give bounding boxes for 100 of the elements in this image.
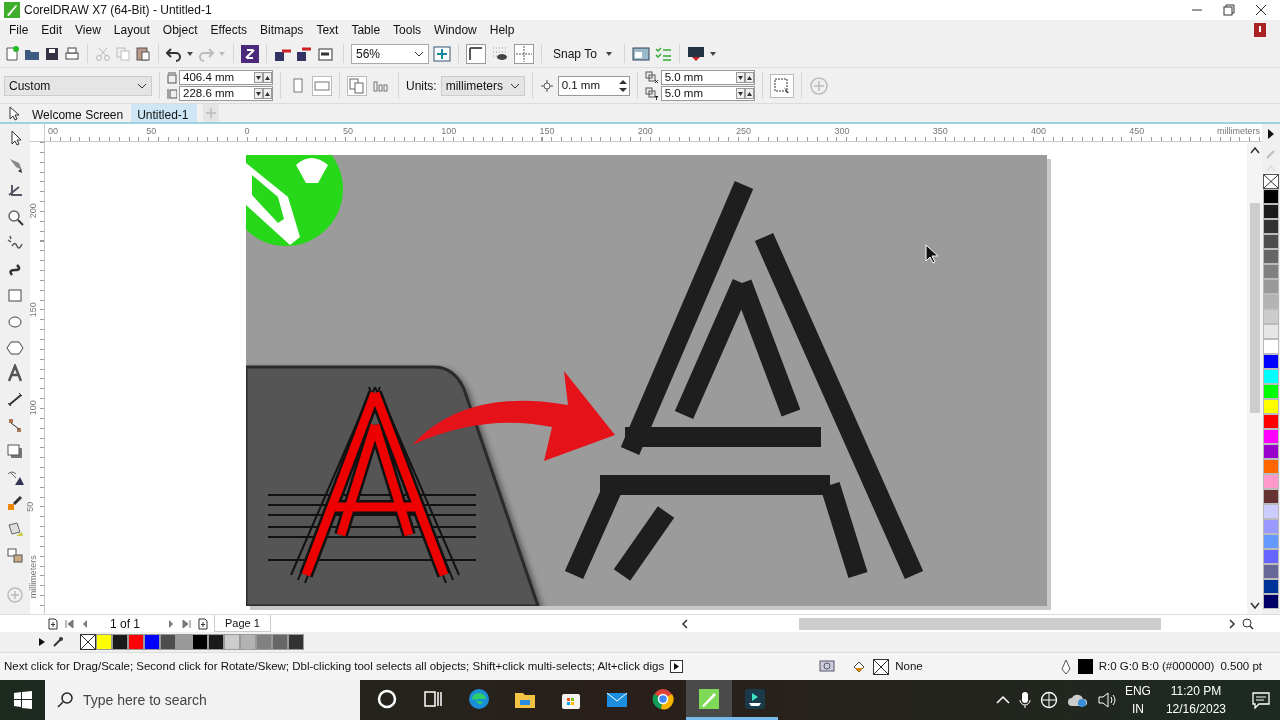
height-field[interactable]: 228.6 mm [179, 86, 273, 101]
clock-time[interactable]: 11:20 PM [1165, 682, 1226, 700]
menu-item[interactable]: Layout [108, 22, 158, 38]
fill-tool-icon[interactable] [6, 520, 24, 538]
color-swatch[interactable] [1263, 264, 1279, 279]
first-page-icon[interactable] [64, 618, 74, 629]
scroll-up-icon[interactable] [1249, 146, 1260, 154]
zoom-level-dropdown[interactable]: 56% [351, 43, 429, 64]
select-frame-icon[interactable] [769, 73, 794, 98]
color-swatch[interactable] [96, 634, 112, 650]
color-swatch[interactable] [1263, 384, 1279, 399]
text-tool-icon[interactable] [6, 364, 24, 382]
taskbar-app[interactable] [686, 680, 732, 720]
color-swatch[interactable] [1263, 444, 1279, 459]
speaker-icon[interactable] [1097, 692, 1116, 708]
units-dropdown[interactable]: millimeters [440, 75, 525, 96]
color-swatch[interactable] [272, 634, 288, 650]
spin-buttons-icon[interactable] [735, 88, 754, 99]
drop-shadow-tool-icon[interactable] [6, 442, 24, 460]
language-indicator[interactable]: ENG IN [1124, 682, 1151, 718]
color-swatch[interactable] [1263, 354, 1279, 369]
menu-item[interactable]: Effects [205, 22, 255, 38]
color-swatch[interactable] [160, 634, 176, 650]
zoom-to-page-icon[interactable] [433, 45, 451, 62]
caret-icon[interactable] [708, 49, 717, 58]
restore-icon[interactable] [1222, 3, 1236, 17]
spin-buttons-icon[interactable] [735, 72, 754, 83]
page-tab[interactable]: Page 1 [214, 614, 271, 633]
pdf-icon[interactable] [318, 45, 336, 62]
globe-icon[interactable] [1039, 691, 1058, 709]
clock-date[interactable]: 12/16/2023 [1165, 700, 1226, 718]
scroll-down-icon[interactable] [1249, 602, 1260, 610]
options-window-icon[interactable] [631, 45, 650, 62]
eyedropper-tool-icon[interactable] [6, 494, 24, 512]
color-swatch[interactable] [1263, 594, 1279, 609]
color-swatch[interactable] [176, 634, 192, 650]
chevron-down-icon[interactable] [137, 81, 147, 90]
color-swatch[interactable] [192, 634, 208, 650]
menu-item[interactable]: View [70, 22, 109, 38]
menu-item[interactable]: Window [429, 22, 485, 38]
spin-buttons-icon[interactable] [254, 72, 272, 83]
search-field[interactable]: Type here to search [45, 680, 360, 720]
caret-icon[interactable] [604, 49, 613, 58]
color-swatch[interactable] [1263, 399, 1279, 414]
color-swatch[interactable] [128, 634, 144, 650]
play-icon[interactable] [670, 660, 684, 673]
save-icon[interactable] [44, 45, 60, 62]
last-page-icon[interactable] [182, 618, 193, 629]
rectangle-tool-icon[interactable] [6, 286, 24, 304]
menu-item[interactable]: Table [346, 22, 389, 38]
menu-item[interactable]: Edit [36, 22, 71, 38]
eyedropper-icon[interactable] [52, 636, 64, 648]
microphone-icon[interactable] [1018, 691, 1031, 709]
windows-start-icon[interactable] [13, 691, 32, 709]
color-swatch[interactable] [1263, 324, 1279, 339]
print-icon[interactable] [64, 45, 80, 62]
checklist-icon[interactable] [653, 45, 672, 62]
add-page-icon[interactable] [48, 617, 58, 630]
app-launcher-icon[interactable] [241, 44, 259, 63]
color-swatch[interactable] [288, 634, 304, 650]
duplicate-x-field[interactable]: 5.0 mm [660, 70, 755, 85]
scroll-right-icon[interactable] [1228, 618, 1236, 629]
nudge-field[interactable]: 0.1 mm [557, 75, 630, 96]
scrollbar-thumb[interactable] [798, 617, 1161, 630]
export-icon[interactable] [296, 45, 314, 62]
color-swatch[interactable] [1263, 549, 1279, 564]
freehand-tool-icon[interactable] [6, 234, 24, 252]
no-color-swatch[interactable] [80, 634, 96, 650]
page-size-dropdown[interactable]: Custom [4, 75, 152, 96]
color-swatch[interactable] [1263, 294, 1279, 309]
menu-item[interactable]: Help [484, 22, 523, 38]
chevron-down-icon[interactable] [414, 49, 424, 58]
color-swatch[interactable] [1263, 519, 1279, 534]
add-page-icon[interactable] [198, 617, 209, 630]
color-swatch[interactable] [144, 634, 160, 650]
color-swatch[interactable] [1263, 489, 1279, 504]
color-swatch[interactable] [1263, 234, 1279, 249]
color-swatch[interactable] [1263, 459, 1279, 474]
no-color-swatch[interactable] [1263, 174, 1279, 189]
palette-menu-icon[interactable] [38, 637, 46, 647]
chevron-up-icon[interactable] [995, 695, 1010, 705]
color-swatch[interactable] [1263, 504, 1279, 519]
spin-buttons-icon[interactable] [254, 88, 272, 99]
polygon-tool-icon[interactable] [6, 338, 24, 356]
smart-fill-tool-icon[interactable] [6, 546, 24, 564]
color-swatch[interactable] [240, 634, 256, 650]
document-icon[interactable] [1253, 22, 1267, 38]
color-swatch[interactable] [1263, 249, 1279, 264]
notification-icon[interactable] [1252, 691, 1270, 709]
color-swatch[interactable] [1263, 219, 1279, 234]
color-swatch[interactable] [1263, 564, 1279, 579]
color-swatch[interactable] [256, 634, 272, 650]
undo-icon[interactable] [166, 45, 182, 62]
duplicate-y-field[interactable]: 5.0 mm [660, 86, 755, 101]
dimension-tool-icon[interactable] [6, 390, 24, 408]
paste-icon[interactable] [135, 45, 151, 62]
scrollbar-thumb[interactable] [1249, 203, 1260, 413]
menu-item[interactable]: Bitmaps [255, 22, 312, 38]
application-icon[interactable] [686, 45, 705, 62]
zoom-icon[interactable] [1242, 617, 1254, 630]
